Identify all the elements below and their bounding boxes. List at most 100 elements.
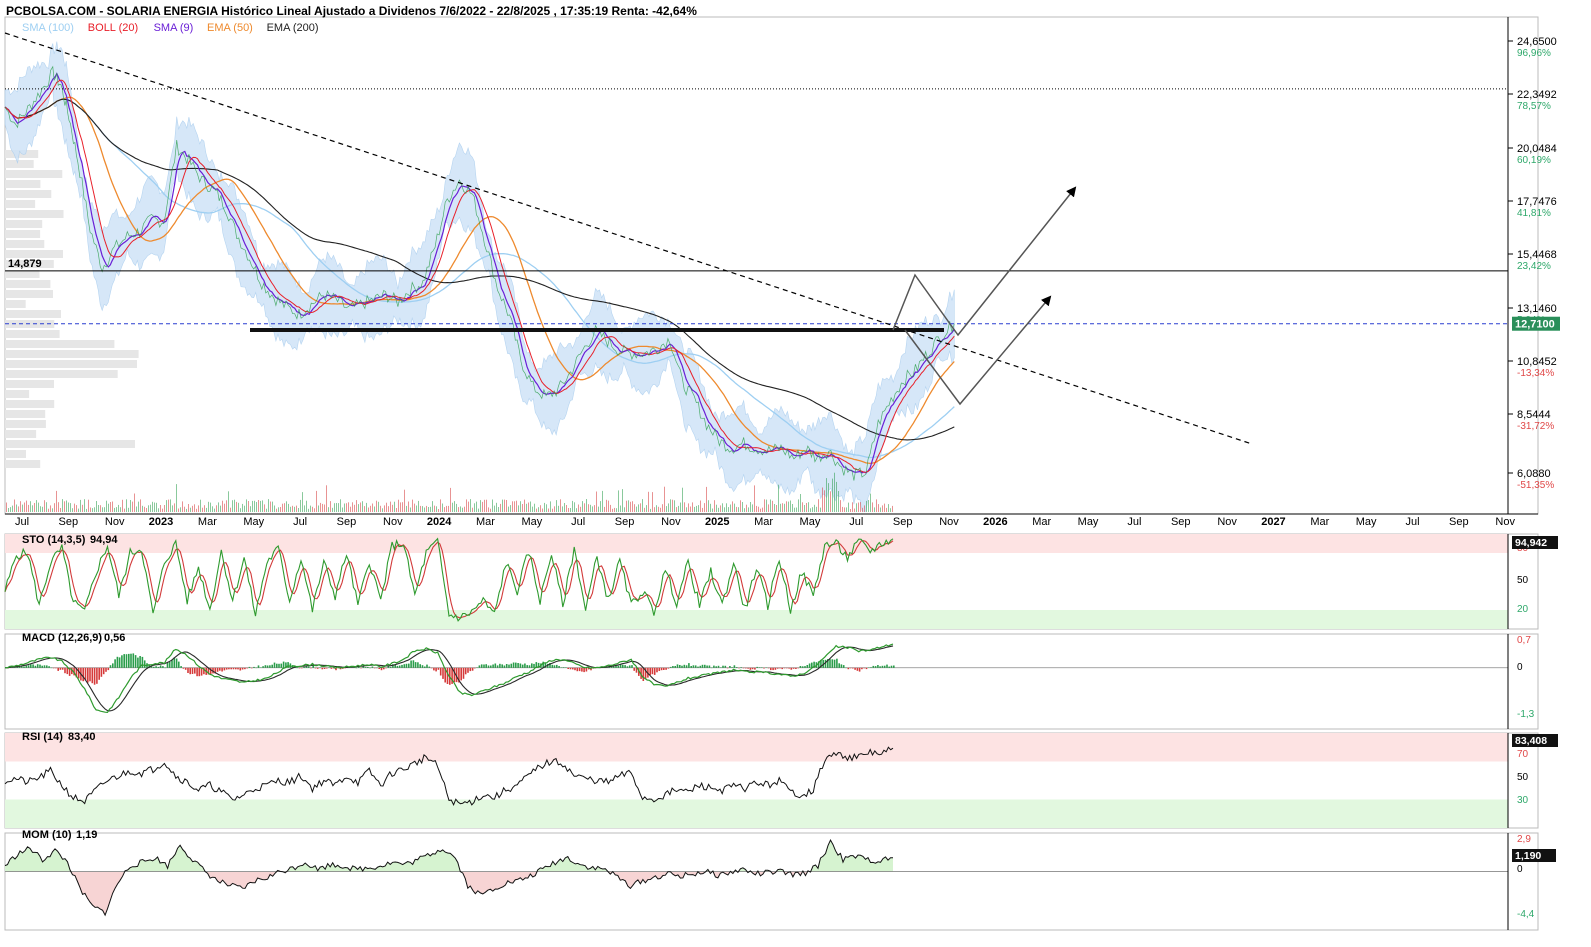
x-tick-label: Nov <box>661 516 681 528</box>
volume-bar <box>488 507 489 512</box>
volume-bar <box>524 499 525 512</box>
macd-hist-bar <box>688 663 690 668</box>
volume-bar <box>570 508 571 512</box>
macd-hist-bar <box>171 660 173 668</box>
macd-hist-bar <box>232 667 235 670</box>
volume-bar <box>552 508 553 512</box>
volume-bar <box>52 508 53 512</box>
macd-hist-bar <box>433 667 435 671</box>
x-tick-label: Sep <box>615 516 635 528</box>
volume-bar <box>678 505 679 512</box>
volume-bar <box>622 489 623 512</box>
macd-hist-bar <box>125 654 128 668</box>
macd-hist-bar <box>480 664 483 668</box>
macd-hist-bar <box>57 667 59 671</box>
macd-hist-bar <box>726 667 729 669</box>
volume-bar <box>852 502 853 512</box>
x-tick-label: Jul <box>1127 516 1141 528</box>
volume-bar <box>190 507 191 512</box>
volume-bar <box>452 502 453 512</box>
macd-hist-bar <box>786 667 788 669</box>
macd-hist-bar <box>756 666 758 668</box>
volume-bar <box>740 500 741 512</box>
macd-hist-bar <box>738 667 740 669</box>
macd-hist-bar <box>501 664 503 668</box>
volume-bar <box>214 508 215 512</box>
mom-line <box>4 838 894 917</box>
volume-bar <box>166 500 167 512</box>
volume-bar <box>446 505 447 512</box>
macd-hist-bar <box>264 665 267 668</box>
volume-bar <box>440 499 441 512</box>
macd-hist-bar <box>781 667 783 670</box>
volume-bar <box>150 504 151 512</box>
macd-hist-bar <box>665 667 667 670</box>
macd-hist-bar <box>751 667 754 670</box>
volume-bar <box>320 502 321 512</box>
macd-hist-bar <box>792 667 795 669</box>
pct-tick-label: -31,72% <box>1517 421 1554 432</box>
volume-bar <box>728 507 729 512</box>
volume-bar <box>114 507 115 512</box>
volume-bar <box>484 499 485 512</box>
macd-hist-bar <box>301 667 303 669</box>
macd-hist-bar <box>216 667 219 672</box>
volume-bar <box>578 504 579 512</box>
mom-tick-label: 0 <box>1517 864 1523 875</box>
price-tick-label: 17,7476 <box>1517 196 1557 208</box>
volume-bar <box>94 507 95 512</box>
volume-bar <box>818 499 819 512</box>
volume-bar <box>344 503 345 512</box>
x-tick-label: Sep <box>337 516 357 528</box>
price-tick-label: 24,6500 <box>1517 36 1557 48</box>
volume-bar <box>762 507 763 512</box>
macd-hist-bar <box>704 664 706 668</box>
volume-bar <box>72 508 73 512</box>
x-tick-label: 2026 <box>983 516 1007 528</box>
macd-hist-bar <box>96 667 98 684</box>
volume-bar <box>574 502 575 512</box>
volume-bar <box>28 504 29 512</box>
volume-bar <box>146 508 147 512</box>
macd-hist-bar <box>280 663 283 668</box>
volume-bar <box>312 506 313 512</box>
volume-bar <box>876 499 877 512</box>
macd-hist-bar <box>260 667 262 668</box>
volume-bar <box>174 503 175 512</box>
volume-bar <box>16 504 17 512</box>
volume-bar <box>104 507 105 512</box>
volume-bar <box>422 506 423 512</box>
macd-hist-bar <box>583 667 585 673</box>
volume-bar <box>242 503 243 512</box>
macd-hist-bar <box>779 667 781 669</box>
volume-bar <box>660 507 661 512</box>
macd-hist-bar <box>112 663 114 668</box>
volume-bar <box>90 507 91 512</box>
volume-bar <box>292 505 293 512</box>
volume-bar <box>864 505 865 512</box>
macd-hist-bar <box>649 667 651 675</box>
x-axis: Jul Sep Nov 2023 Mar May Jul Sep Nov 2024 Mar May Ju… <box>5 513 1538 528</box>
macd-hist-bar <box>64 667 66 674</box>
volume-bar <box>274 505 275 512</box>
volume-bar <box>560 499 561 512</box>
volume-bar <box>760 508 761 512</box>
volume-bar <box>628 500 629 512</box>
sto-panel: 80502094,942STO (14,3,5)94,94 <box>4 534 1558 629</box>
volume-bar <box>868 500 869 512</box>
volume-bar <box>540 505 541 512</box>
volume-bar <box>308 508 309 512</box>
price-tick-label: 13,1460 <box>1517 303 1557 315</box>
macd-hist-bar <box>510 663 513 668</box>
macd-hist-bar <box>414 662 417 668</box>
macd-hist-bar <box>893 665 895 668</box>
macd-hist-bar <box>32 664 34 668</box>
volume-bar <box>106 500 107 512</box>
macd-hist-bar <box>676 664 679 668</box>
volume-bar <box>374 506 375 512</box>
volume-bar <box>564 503 565 512</box>
volume-bar <box>300 499 301 512</box>
macd-hist-bar <box>788 667 790 669</box>
volume-bar <box>764 499 765 512</box>
macd-hist-bar <box>105 667 107 672</box>
